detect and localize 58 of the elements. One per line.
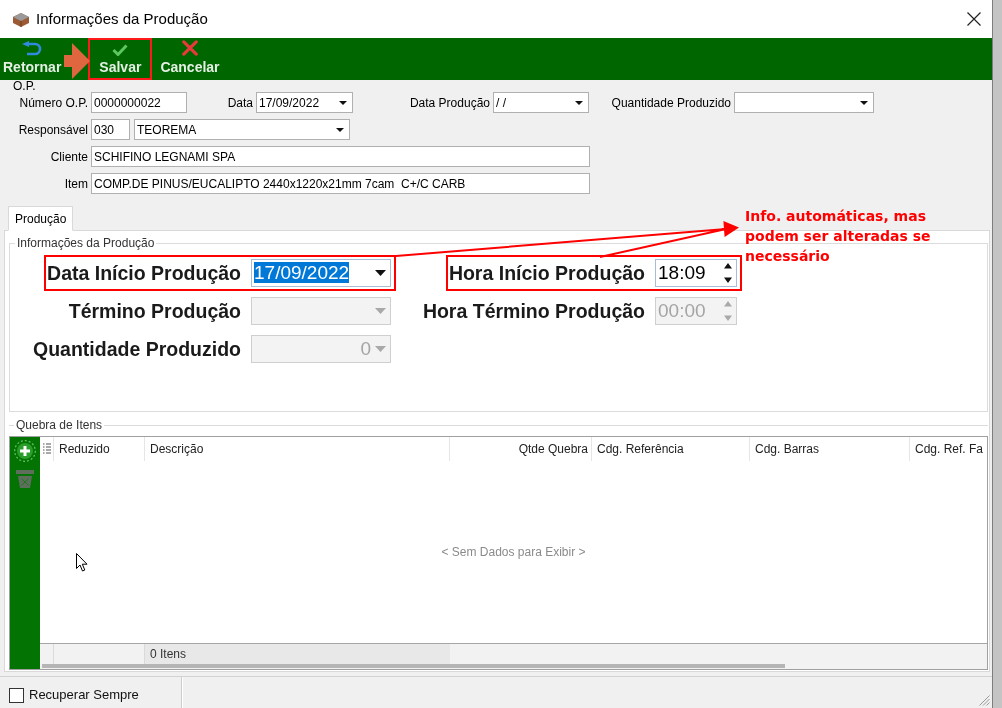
cancel-button[interactable]: Cancelar (157, 38, 223, 80)
text-field[interactable]: SCHIFINO LEGNAMI SPA (91, 146, 590, 167)
cross-icon (181, 40, 199, 56)
field-label: Cliente (49, 149, 88, 164)
field-label: Hora Término Produção (422, 299, 645, 323)
field-label: Término Produção (68, 299, 241, 323)
group-title: Informações da Produção (16, 236, 156, 250)
checkbox[interactable] (9, 687, 24, 703)
field-label: Número O.P. (18, 95, 88, 110)
text-field[interactable]: COMP.DE PINUS/EUCALIPTO 2440x1220x21mm 7cam C+/C CARB (91, 173, 590, 194)
group-title: Quebra de Itens (15, 418, 104, 432)
checkbox-label: Recuperar Sempre (29, 687, 139, 703)
column-header[interactable]: Reduzido (54, 437, 145, 461)
spinner-icon[interactable] (724, 262, 732, 284)
column-header[interactable]: Qtde Quebra (450, 437, 592, 461)
box-icon (12, 11, 30, 27)
dropdown-field[interactable]: 17/09/2022 (256, 92, 353, 113)
horizontal-scrollbar[interactable] (42, 664, 785, 668)
field-label: Quantidade Produzido (33, 337, 241, 361)
return-arrow-icon (22, 41, 43, 56)
date-field[interactable]: 17/09/2022 (251, 259, 391, 287)
caret-icon[interactable] (860, 100, 868, 105)
column-list-icon[interactable] (42, 443, 51, 455)
column-header[interactable]: Cdg. Barras (750, 437, 910, 461)
field-label: Data (226, 95, 253, 110)
caret-icon[interactable] (339, 100, 347, 105)
empty-message: < Sem Dados para Exibir > (441, 545, 586, 559)
cursor-icon (76, 553, 88, 572)
column-header[interactable]: Descrição (145, 437, 450, 461)
check-icon (112, 44, 129, 56)
time-field[interactable]: 18:09 (655, 259, 737, 287)
field-label: Responsável (17, 122, 88, 137)
field-label: Item (63, 176, 88, 191)
resize-grip-icon[interactable] (979, 695, 990, 706)
return-button[interactable]: Retornar (0, 38, 65, 80)
annotation-text: Info. automáticas, mas podem ser alteradas se necessário (745, 207, 932, 266)
column-header[interactable]: Cdg. Referência (592, 437, 750, 461)
dropdown-field[interactable] (734, 92, 874, 113)
text-field[interactable]: 0000000022 (91, 92, 187, 113)
group-label: O.P. (12, 81, 37, 92)
field-label: Quantidade Produzido (610, 95, 731, 110)
item-count: 0 Itens (145, 644, 450, 664)
add-icon[interactable] (14, 440, 36, 462)
caret-icon[interactable] (336, 127, 344, 132)
field-label: Data Início Produção (47, 261, 241, 285)
arrow-icon (64, 42, 90, 80)
dropdown-field[interactable]: / / (493, 92, 589, 113)
tab[interactable]: Produção (8, 206, 74, 231)
dropdown-field[interactable]: TEOREMA (134, 119, 350, 140)
field-label: Data Produção (408, 95, 490, 110)
caret-icon[interactable] (575, 100, 583, 105)
column-header[interactable]: Cdg. Ref. Fa (910, 437, 987, 461)
close-icon (967, 12, 981, 26)
window-title: Informações da Produção (36, 10, 208, 28)
code-field[interactable]: 030 (91, 119, 130, 140)
save-button[interactable]: Salvar (88, 38, 153, 80)
field-label: Hora Início Produção (448, 261, 645, 285)
caret-icon[interactable] (375, 270, 386, 276)
